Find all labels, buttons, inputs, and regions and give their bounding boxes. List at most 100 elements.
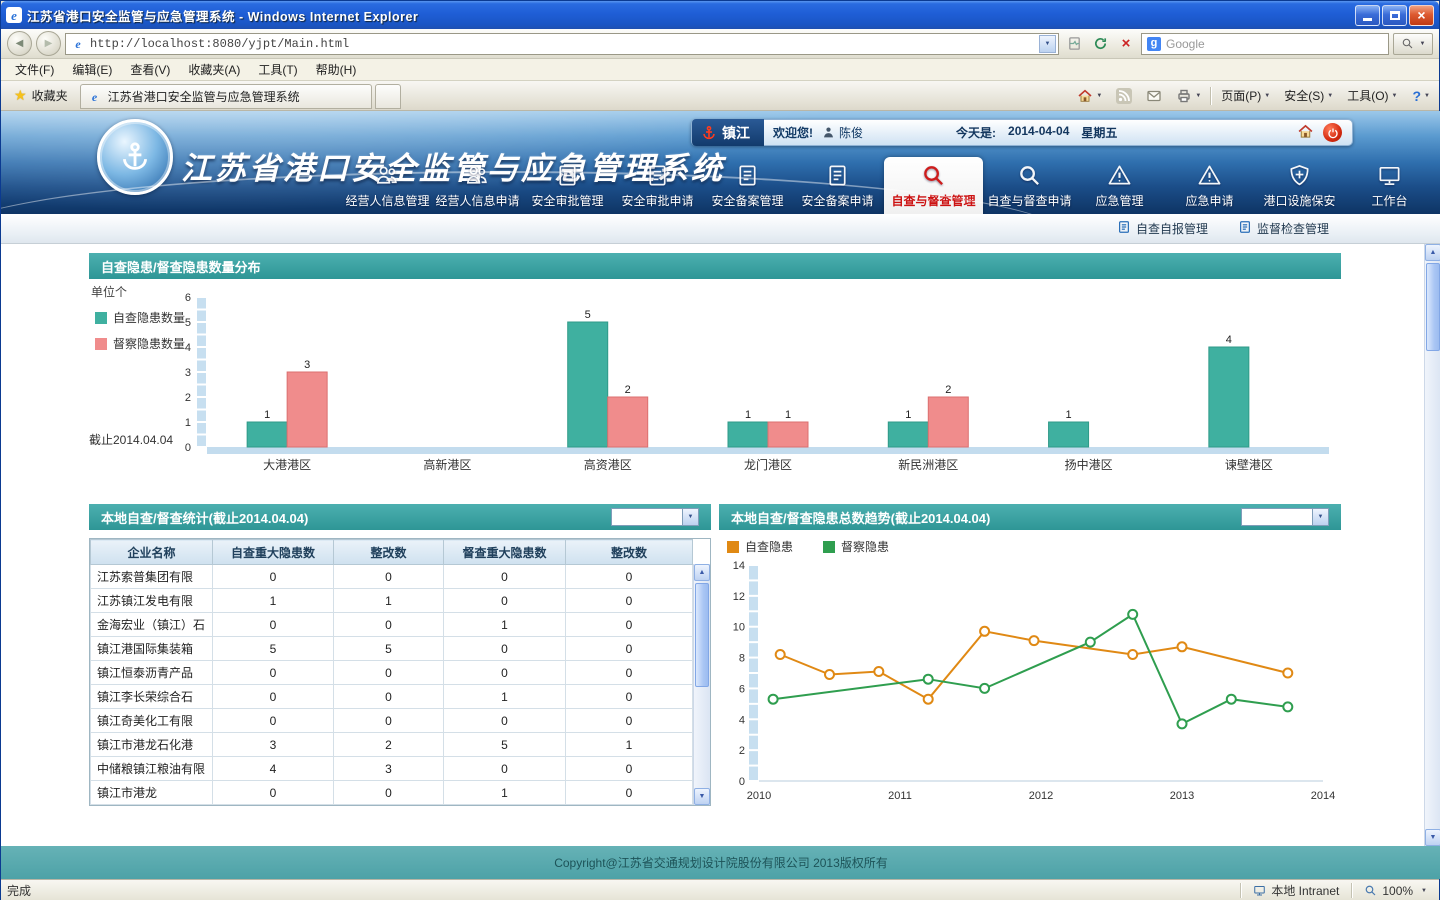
table-row[interactable]: 金海宏业（镇江）石0010 <box>91 613 693 637</box>
trend-filter-select[interactable]: ▼ <box>1241 508 1329 526</box>
power-icon <box>1327 127 1339 139</box>
forward-button[interactable]: ▶ <box>36 31 61 56</box>
print-button[interactable]: ▼ <box>1171 84 1206 108</box>
nav-item-应急申请[interactable]: 应急申请 <box>1166 163 1253 214</box>
page-ie-icon: e <box>71 37 85 51</box>
nav-item-安全备案管理[interactable]: 安全备案管理 <box>704 163 791 214</box>
nav-item-自查与督查管理[interactable]: 自查与督查管理 <box>884 157 983 214</box>
maximize-button[interactable] <box>1382 5 1407 26</box>
scroll-down-icon[interactable]: ▼ <box>1425 829 1440 846</box>
svg-text:高资港区: 高资港区 <box>584 457 632 472</box>
page-icon <box>1238 220 1252 237</box>
main-nav: 经营人信息管理经营人信息申请安全审批管理安全审批申请安全备案管理安全备案申请自查… <box>344 157 1433 214</box>
bar-panel-title: 自查隐患/督查隐患数量分布 <box>101 257 261 276</box>
nav-item-工作台[interactable]: 工作台 <box>1346 163 1433 214</box>
status-text: 完成 <box>7 882 1234 899</box>
svg-text:6: 6 <box>185 292 191 304</box>
warning-icon <box>1107 177 1132 191</box>
table-row[interactable]: 江苏镇江发电有限1100 <box>91 589 693 613</box>
print-icon <box>1176 88 1192 104</box>
menu-item[interactable]: 收藏夹(A) <box>180 59 248 80</box>
window-title: 江苏省港口安全监管与应急管理系统 - Windows Internet Expl… <box>27 6 1350 25</box>
tab-title: 江苏省港口安全监管与应急管理系统 <box>108 88 300 105</box>
search-button[interactable]: ▼ <box>1393 33 1433 55</box>
address-bar[interactable]: e http://localhost:8080/yjpt/Main.html ▼ <box>65 33 1059 55</box>
compatibility-view-icon[interactable] <box>1063 33 1085 55</box>
legend-item: 自查隐患 <box>727 538 793 555</box>
home-shortcut-button[interactable] <box>1297 123 1314 143</box>
svg-text:8: 8 <box>739 653 745 665</box>
nav-item-自查与督查申请[interactable]: 自查与督查申请 <box>986 163 1073 214</box>
svg-text:14: 14 <box>733 560 745 572</box>
toolbar-button[interactable]: 工具(O)▼ <box>1341 84 1403 108</box>
close-button[interactable]: × <box>1409 5 1434 26</box>
scroll-thumb[interactable] <box>1426 263 1440 351</box>
menu-item[interactable]: 编辑(E) <box>64 59 120 80</box>
scroll-up-icon[interactable]: ▲ <box>694 564 710 581</box>
table-row[interactable]: 中储粮镇江粮油有限4300 <box>91 757 693 781</box>
menu-bar: 文件(F)编辑(E)查看(V)收藏夹(A)工具(T)帮助(H) <box>1 59 1439 81</box>
stop-icon[interactable]: × <box>1115 33 1137 55</box>
trend-chart-panel: 本地自查/督查隐患总数趋势(截止2014.04.04) ▼ 自查隐患督察隐患 0… <box>719 504 1341 810</box>
search-icon <box>1401 37 1414 50</box>
nav-item-安全审批管理[interactable]: 安全审批管理 <box>524 163 611 214</box>
help-button[interactable]: ?▼ <box>1407 84 1435 108</box>
table-header-row: 企业名称自查重大隐患数整改数督查重大隐患数整改数 <box>91 540 693 565</box>
subnav-item-监督检查管理[interactable]: 监督检查管理 <box>1238 220 1329 237</box>
mail-button[interactable] <box>1141 84 1167 108</box>
scroll-down-icon[interactable]: ▼ <box>694 788 710 805</box>
stats-filter-select[interactable]: ▼ <box>611 508 699 526</box>
page-content: 江苏省港口安全监管与应急管理系统 镇江 欢迎您! 陈俊 今天是: 2014-04… <box>1 111 1440 879</box>
menu-item[interactable]: 工具(T) <box>250 59 305 80</box>
subnav-item-自查自报管理[interactable]: 自查自报管理 <box>1117 220 1208 237</box>
scroll-thumb[interactable] <box>695 583 709 687</box>
nav-item-安全审批申请[interactable]: 安全审批申请 <box>614 163 701 214</box>
menu-item[interactable]: 查看(V) <box>122 59 178 80</box>
browser-tab[interactable]: e 江苏省港口安全监管与应急管理系统 <box>80 84 372 109</box>
table-row[interactable]: 江苏索普集团有限0000 <box>91 565 693 589</box>
menu-item[interactable]: 帮助(H) <box>308 59 365 80</box>
page-scrollbar[interactable]: ▲ ▼ <box>1424 244 1440 846</box>
nav-item-安全备案申请[interactable]: 安全备案申请 <box>794 163 881 214</box>
table-scrollbar[interactable]: ▲ ▼ <box>693 564 710 805</box>
feeds-button[interactable] <box>1111 84 1137 108</box>
svg-text:1: 1 <box>905 409 911 421</box>
home-button[interactable]: ▼ <box>1072 84 1107 108</box>
site-banner: 江苏省港口安全监管与应急管理系统 镇江 欢迎您! 陈俊 今天是: 2014-04… <box>1 111 1440 214</box>
toolbar-text-buttons: 页面(P)▼安全(S)▼工具(O)▼ <box>1215 84 1403 108</box>
nav-item-港口设施保安[interactable]: 港口设施保安 <box>1256 163 1343 214</box>
back-button[interactable]: ◀ <box>7 31 32 56</box>
table-row[interactable]: 镇江恒泰沥青产品0000 <box>91 661 693 685</box>
scroll-up-icon[interactable]: ▲ <box>1425 244 1440 261</box>
security-zone: 本地 Intranet <box>1247 882 1345 899</box>
logout-button[interactable] <box>1323 123 1342 142</box>
table-row[interactable]: 镇江李长荣综合石0010 <box>91 685 693 709</box>
address-url[interactable]: http://localhost:8080/yjpt/Main.html <box>90 37 1034 51</box>
nav-item-应急管理[interactable]: 应急管理 <box>1076 163 1163 214</box>
toolbar-button[interactable]: 安全(S)▼ <box>1278 84 1339 108</box>
svg-text:5: 5 <box>185 317 191 329</box>
nav-item-经营人信息管理[interactable]: 经营人信息管理 <box>344 163 431 214</box>
nav-item-经营人信息申请[interactable]: 经营人信息申请 <box>434 163 521 214</box>
menu-item[interactable]: 文件(F) <box>7 59 62 80</box>
address-dropdown-icon[interactable]: ▼ <box>1039 35 1056 53</box>
minimize-button[interactable] <box>1355 5 1380 26</box>
table-row[interactable]: 镇江奇美化工有限0000 <box>91 709 693 733</box>
table-row[interactable]: 镇江市港龙石化港3251 <box>91 733 693 757</box>
welcome-bar: 镇江 欢迎您! 陈俊 今天是: 2014-04-04 星期五 <box>691 119 1353 146</box>
zoom-icon <box>1364 884 1377 897</box>
doc-icon <box>825 177 850 191</box>
toolbar-button[interactable]: 页面(P)▼ <box>1215 84 1276 108</box>
table-row[interactable]: 镇江港国际集装箱5500 <box>91 637 693 661</box>
tab-stub[interactable] <box>375 84 401 109</box>
home-icon <box>1297 123 1314 140</box>
table-row[interactable]: 镇江市港龙0010 <box>91 781 693 805</box>
favorites-button[interactable]: ★ 收藏夹 <box>5 84 77 108</box>
page-footer: Copyright@江苏省交通规划设计院股份有限公司 2013版权所有 <box>1 846 1440 879</box>
city-name: 镇江 <box>722 123 750 143</box>
zoom-control[interactable]: 100% ▼ <box>1358 884 1433 898</box>
refresh-icon[interactable] <box>1089 33 1111 55</box>
search-box[interactable]: g Google <box>1141 33 1389 55</box>
copyright-text: Copyright@江苏省交通规划设计院股份有限公司 2013版权所有 <box>554 854 888 871</box>
svg-text:2013: 2013 <box>1170 790 1194 802</box>
